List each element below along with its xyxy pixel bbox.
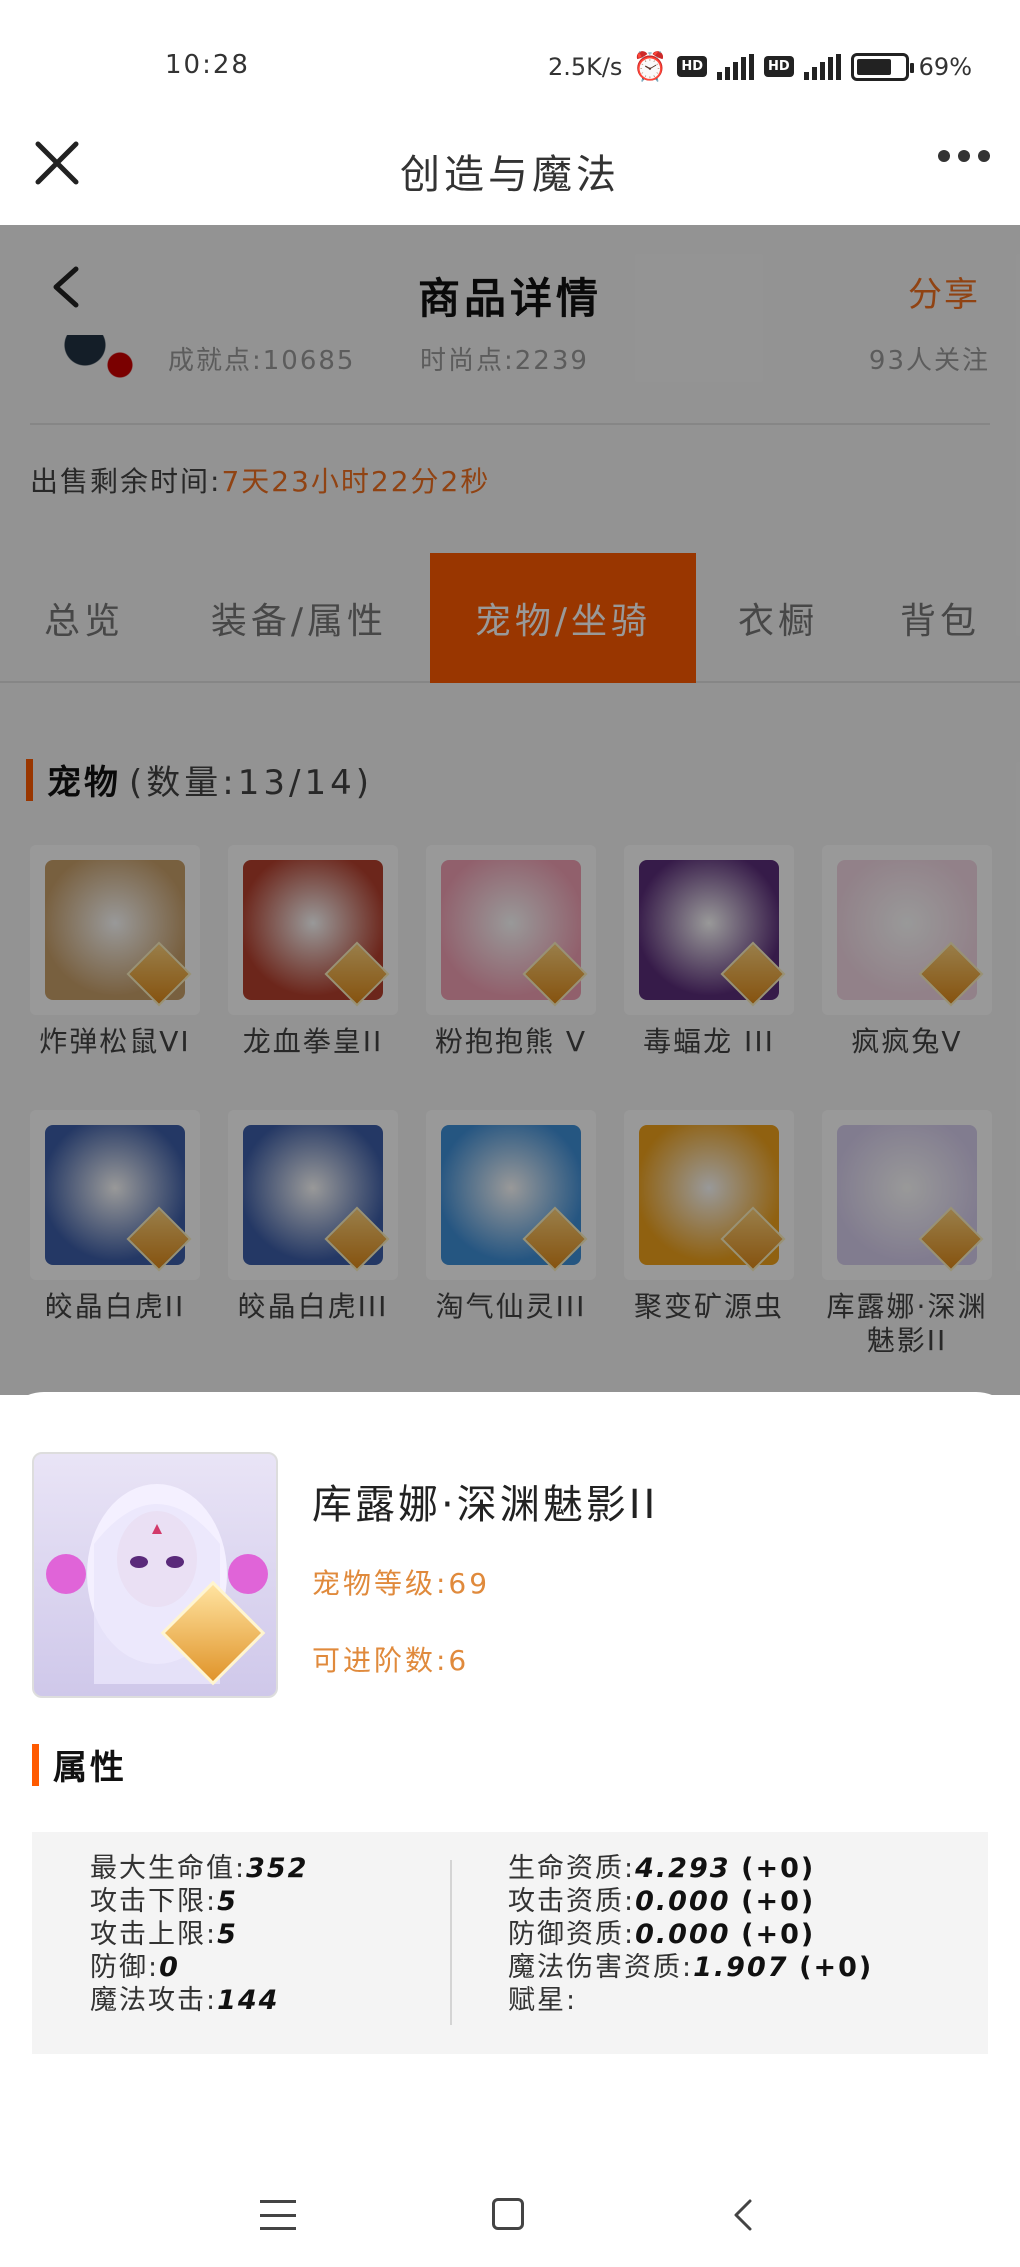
- attr-label: 魔法攻击:: [90, 1985, 218, 2016]
- attr-row: 防御资质:0.000 (+0): [508, 1918, 873, 1951]
- hd-icon: HD: [677, 56, 707, 77]
- section-accent: [32, 1743, 39, 1786]
- modal-overlay[interactable]: [0, 225, 1020, 1395]
- attr-label: 攻击资质:: [508, 1886, 636, 1917]
- home-icon[interactable]: [492, 2198, 524, 2230]
- attr-delta: (+0): [741, 1853, 816, 1884]
- system-nav-bar: [0, 2160, 1020, 2267]
- signal-icon: [716, 53, 754, 80]
- pet-portrait-art: [46, 1484, 268, 1684]
- attr-label: 防御:: [90, 1952, 160, 1983]
- status-time: 10:28: [165, 50, 250, 80]
- attributes-basic: 最大生命值:352 攻击下限:5 攻击上限:5 防御:0 魔法攻击:144: [90, 1852, 308, 2017]
- attr-value: 5: [217, 1919, 238, 1950]
- pet-level: 宠物等级:69: [312, 1567, 491, 1600]
- status-icons: 2.5K/s ⏰ HD HD 69%: [548, 50, 972, 83]
- attributes-divider: [450, 1860, 452, 2025]
- attr-value: 1.907: [693, 1952, 789, 1983]
- signal-icon: [803, 53, 841, 80]
- attr-row: 攻击上限:5: [90, 1918, 308, 1951]
- attr-value: 0.000: [635, 1919, 731, 1950]
- battery-icon: [850, 52, 914, 81]
- pet-detail-sheet: 库露娜·深渊魅影II 宠物等级:69 可进阶数:6 属性 最大生命值:352 攻…: [0, 1392, 1020, 2267]
- attr-row: 最大生命值:352: [90, 1852, 308, 1885]
- attr-row: 生命资质:4.293 (+0): [508, 1852, 873, 1885]
- attr-delta: (+0): [799, 1952, 874, 1983]
- attr-value: 0: [159, 1952, 180, 1983]
- alarm-icon: ⏰: [632, 50, 668, 83]
- back-icon[interactable]: [728, 2198, 760, 2232]
- attr-label: 生命资质:: [508, 1853, 636, 1884]
- attr-row: 赋星:: [508, 1984, 873, 2017]
- attr-row: 攻击下限:5: [90, 1885, 308, 1918]
- hd-icon: HD: [763, 56, 794, 77]
- attr-delta: (+0): [741, 1886, 816, 1917]
- menu-icon[interactable]: [260, 2200, 296, 2230]
- attr-value: 144: [217, 1985, 280, 2016]
- pet-portrait: [32, 1452, 278, 1698]
- attr-label: 防御资质:: [508, 1919, 636, 1950]
- attributes-label: 属性: [53, 1748, 127, 1788]
- title-bar: 创造与魔法: [0, 100, 1020, 225]
- attr-value: 0.000: [635, 1886, 731, 1917]
- attr-value: 5: [217, 1886, 238, 1917]
- battery-level: 69%: [918, 52, 972, 81]
- attributes-box: 最大生命值:352 攻击下限:5 攻击上限:5 防御:0 魔法攻击:144 生命…: [32, 1832, 988, 2054]
- net-speed: 2.5K/s: [547, 52, 623, 81]
- attr-label: 攻击下限:: [90, 1886, 218, 1917]
- attr-row: 防御:0: [90, 1951, 308, 1984]
- attr-label: 魔法伤害资质:: [508, 1952, 694, 1983]
- more-icon[interactable]: [938, 150, 990, 162]
- attr-row: 魔法攻击:144: [90, 1984, 308, 2017]
- attributes-title: 属性: [32, 1740, 127, 1789]
- attr-label: 最大生命值:: [90, 1853, 247, 1884]
- attr-row: 攻击资质:0.000 (+0): [508, 1885, 873, 1918]
- attr-value: 352: [246, 1853, 309, 1884]
- pet-advance: 可进阶数:6: [312, 1644, 470, 1677]
- pet-name: 库露娜·深渊魅影II: [312, 1482, 659, 1528]
- attr-row: 魔法伤害资质:1.907 (+0): [508, 1951, 873, 1984]
- attr-label: 赋星:: [508, 1985, 578, 2016]
- attr-delta: (+0): [741, 1919, 816, 1950]
- attr-value: 4.293: [635, 1853, 731, 1884]
- app-title: 创造与魔法: [400, 152, 620, 198]
- attributes-aptitude: 生命资质:4.293 (+0) 攻击资质:0.000 (+0) 防御资质:0.0…: [508, 1852, 873, 2017]
- attr-label: 攻击上限:: [90, 1919, 218, 1950]
